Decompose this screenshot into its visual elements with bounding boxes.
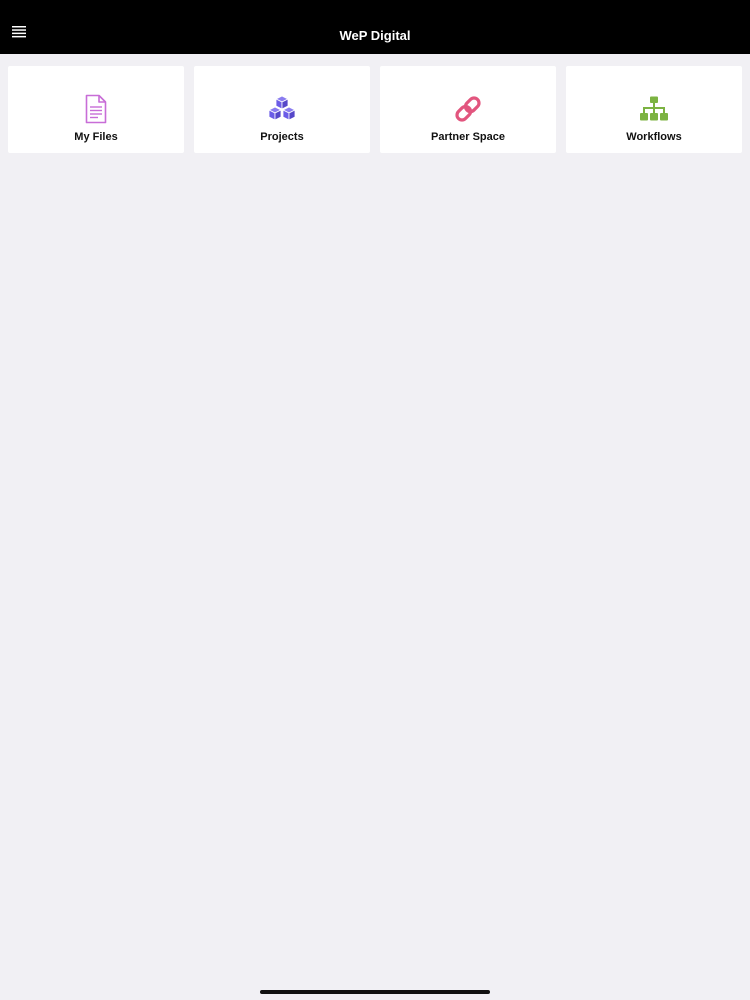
tile-my-files[interactable]: My Files (8, 66, 184, 153)
document-icon (8, 94, 184, 124)
dashboard-tiles: My Files Projects Partner Space Workflow… (8, 66, 742, 153)
app-screen: WeP Digital My Files Projects Partner Sp… (0, 0, 750, 1000)
tile-label: Projects (260, 131, 304, 143)
link-icon (380, 94, 556, 124)
tile-label: Partner Space (431, 131, 505, 143)
home-indicator[interactable] (260, 990, 490, 994)
tile-label: My Files (74, 131, 118, 143)
tile-projects[interactable]: Projects (194, 66, 370, 153)
tile-label: Workflows (626, 131, 682, 143)
top-navigation-bar: WeP Digital (0, 0, 750, 54)
app-title: WeP Digital (339, 28, 411, 43)
sitemap-icon (566, 94, 742, 124)
cubes-icon (194, 94, 370, 124)
tile-workflows[interactable]: Workflows (566, 66, 742, 153)
tile-partner-space[interactable]: Partner Space (380, 66, 556, 153)
